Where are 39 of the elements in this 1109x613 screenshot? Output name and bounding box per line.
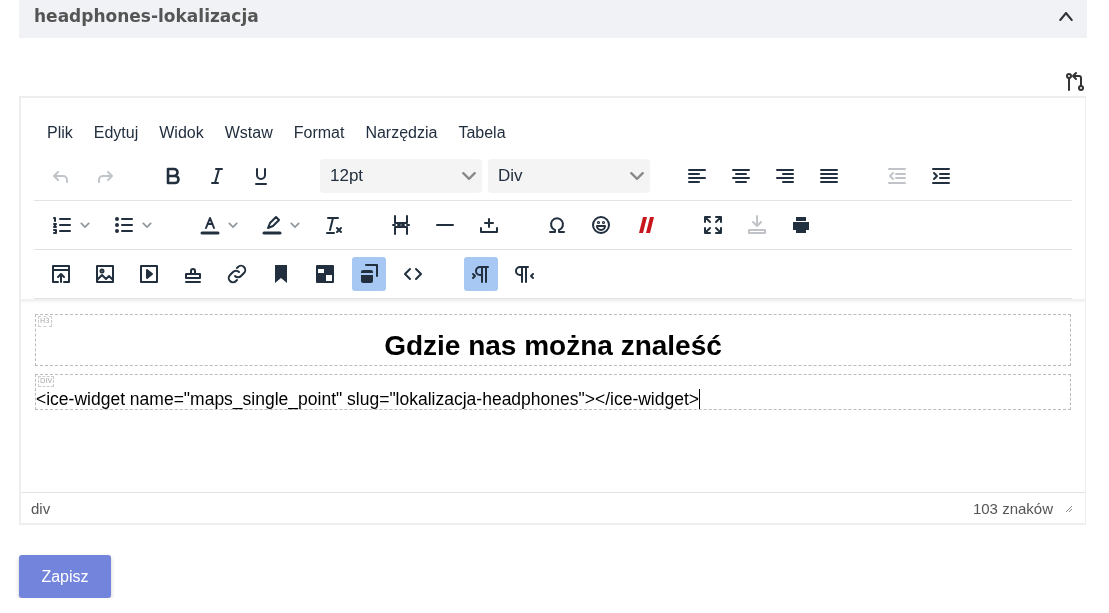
page-break-icon <box>389 213 413 237</box>
menu-item[interactable]: Format <box>283 118 355 148</box>
toolbar-button[interactable] <box>352 257 386 291</box>
caret-icon <box>228 222 238 228</box>
fullscreen-icon <box>701 213 725 237</box>
highlighter-icon <box>260 213 284 237</box>
compare-icon <box>1063 70 1087 94</box>
panel-title: headphones-lokalizacja <box>34 6 259 26</box>
table-icon <box>313 262 337 286</box>
dropdown[interactable]: 12pt <box>320 159 482 193</box>
menu-item[interactable]: Widok <box>149 118 214 148</box>
text-cursor <box>699 389 701 409</box>
caret-icon <box>142 222 152 228</box>
compare-button[interactable] <box>1063 70 1087 94</box>
character-count: 103 znaków <box>972 499 1053 517</box>
play-icon <box>137 262 161 286</box>
caret-icon <box>630 172 644 180</box>
heading-text: Gdzie nas można znaleść <box>383 329 723 363</box>
toolbar-button[interactable] <box>464 257 498 291</box>
menu-item[interactable]: Edytuj <box>83 118 149 148</box>
caret-icon <box>80 222 90 228</box>
upload-icon <box>49 262 73 286</box>
download-icon <box>745 213 769 237</box>
menu-item[interactable]: Tabela <box>448 118 516 148</box>
horizontal-line-icon <box>436 223 454 227</box>
menu-item[interactable]: Plik <box>37 118 83 148</box>
menu-item[interactable]: Wstaw <box>214 118 283 148</box>
dropdown[interactable]: Div <box>488 159 650 193</box>
chevron-icon <box>1059 11 1073 21</box>
panel-header[interactable]: headphones-lokalizacja <box>19 0 1087 38</box>
image-icon <box>93 262 117 286</box>
smiley-icon <box>589 213 613 237</box>
resize-handle-icon[interactable] <box>1063 503 1073 513</box>
caret-icon <box>462 172 476 180</box>
menu-item[interactable]: Narzędzia <box>355 118 448 148</box>
caret-icon <box>290 222 300 228</box>
link-icon <box>225 262 249 286</box>
element-path[interactable]: div <box>31 499 51 517</box>
code-text: <ice-widget name="maps_single_point" slug="lokalizacja-headphones"></ice-widget> <box>36 389 701 410</box>
